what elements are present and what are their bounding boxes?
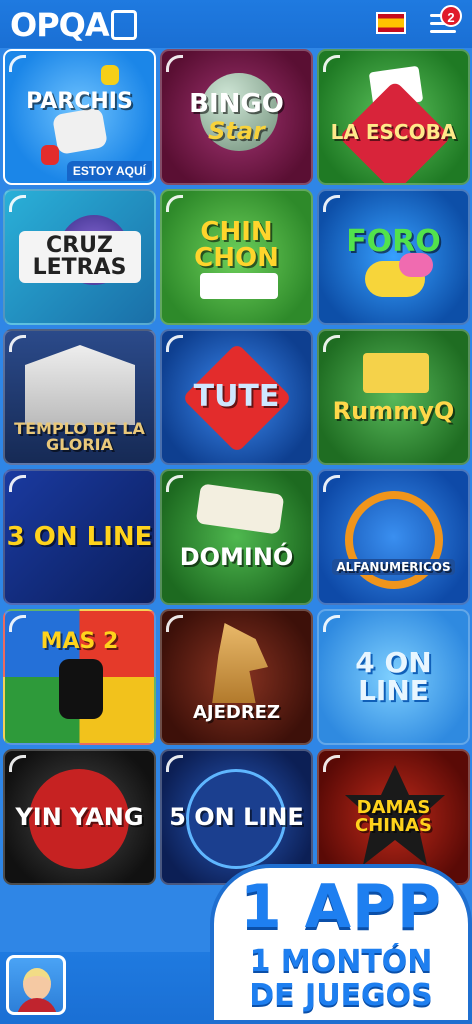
- logo-text: OPQA: [10, 6, 110, 44]
- cards-fan-icon: [200, 273, 278, 299]
- corner-icon: [323, 475, 340, 492]
- game-title: 4 ON LINE: [355, 646, 432, 707]
- game-title: CRUZ LETRAS: [18, 231, 141, 283]
- game-title: 5 ON LINE: [169, 803, 304, 831]
- red-pawn-icon: [41, 145, 59, 165]
- game-tile-bingo-star[interactable]: BINGO Star: [160, 49, 313, 185]
- game-tile-mas-2[interactable]: MAS 2: [3, 609, 156, 745]
- corner-icon: [166, 55, 183, 72]
- game-title: PARCHIS: [26, 89, 133, 114]
- avatar-face: [23, 968, 51, 1000]
- dice-icon: [51, 106, 109, 156]
- corner-icon: [323, 335, 340, 352]
- corner-icon: [166, 755, 183, 772]
- game-title: CHIN CHON: [194, 217, 279, 273]
- game-title: RummyQ: [332, 397, 455, 425]
- corner-icon: [323, 55, 340, 72]
- robot-icon: [110, 10, 137, 40]
- game-title: TEMPLO DE LA GLORIA: [14, 419, 145, 454]
- corner-icon: [166, 335, 183, 352]
- app-logo[interactable]: OPQA: [10, 6, 137, 44]
- game-tile-alfanumericos[interactable]: ALFANUMERICOS: [317, 469, 470, 605]
- game-title: DAMAS CHINAS: [355, 797, 432, 836]
- game-title: DOMINÓ: [179, 543, 294, 571]
- game-tile-templo-de-la-gloria[interactable]: TEMPLO DE LA GLORIA: [3, 329, 156, 465]
- promo-banner: 1 APP 1 MONTÓN DE JUEGOS: [210, 864, 472, 1024]
- game-title: 3 ON LINE: [6, 522, 153, 552]
- game-tile-domino[interactable]: DOMINÓ: [160, 469, 313, 605]
- spain-flag-icon[interactable]: [376, 12, 406, 34]
- game-title: MAS 2: [40, 629, 119, 654]
- corner-icon: [9, 475, 26, 492]
- game-tile-yin-yang[interactable]: YIN YANG: [3, 749, 156, 885]
- promo-line-1: 1 APP: [239, 872, 443, 942]
- game-tile-rummyq[interactable]: RummyQ: [317, 329, 470, 465]
- game-title-group: BINGO Star: [189, 91, 284, 143]
- tiles-icon: [363, 353, 429, 393]
- game-title: ALFANUMERICOS: [332, 559, 455, 575]
- game-title: AJEDREZ: [192, 702, 281, 723]
- game-tile-tute[interactable]: TUTE: [160, 329, 313, 465]
- avatar-body: [17, 998, 57, 1012]
- game-tile-ajedrez[interactable]: AJEDREZ: [160, 609, 313, 745]
- notification-badge[interactable]: 2: [440, 5, 462, 27]
- games-grid: PARCHIS ESTOY AQUÍ BINGO Star LA ESCOBA …: [3, 49, 470, 885]
- user-avatar-icon[interactable]: [6, 955, 66, 1015]
- corner-icon: [323, 615, 340, 632]
- corner-icon: [9, 195, 26, 212]
- game-tile-la-escoba[interactable]: LA ESCOBA: [317, 49, 470, 185]
- corner-icon: [9, 615, 26, 632]
- game-tile-4-on-line[interactable]: 4 ON LINE: [317, 609, 470, 745]
- corner-icon: [323, 755, 340, 772]
- corner-icon: [166, 475, 183, 492]
- promo-line-3: DE JUEGOS: [249, 978, 433, 1013]
- top-bar: OPQA 2: [0, 0, 472, 48]
- game-subtitle: Star: [208, 117, 265, 145]
- corner-icon: [323, 195, 340, 212]
- game-title: LA ESCOBA: [330, 120, 457, 144]
- game-tile-foro[interactable]: FORO: [317, 189, 470, 325]
- game-tile-3-on-line[interactable]: 3 ON LINE: [3, 469, 156, 605]
- game-title: YIN YANG: [15, 803, 144, 831]
- corner-icon: [166, 195, 183, 212]
- corner-icon: [9, 335, 26, 352]
- corner-icon: [9, 755, 26, 772]
- game-title: FORO: [346, 224, 441, 259]
- corner-icon: [166, 615, 183, 632]
- promo-line-2: 1 MONTÓN: [249, 944, 433, 979]
- current-location-badge: ESTOY AQUÍ: [66, 161, 152, 181]
- yellow-pawn-icon: [101, 65, 119, 85]
- game-tile-cruz-letras[interactable]: CRUZ LETRAS: [3, 189, 156, 325]
- game-title: BINGO: [189, 89, 284, 119]
- game-title: TUTE: [193, 379, 280, 414]
- corner-icon: [9, 55, 26, 72]
- character-icon: [59, 659, 103, 719]
- game-tile-parchis[interactable]: PARCHIS ESTOY AQUÍ: [3, 49, 156, 185]
- temple-icon: [25, 345, 135, 425]
- domino-icon: [195, 483, 285, 535]
- knight-icon: [212, 623, 268, 703]
- game-tile-chinchon[interactable]: CHIN CHON: [160, 189, 313, 325]
